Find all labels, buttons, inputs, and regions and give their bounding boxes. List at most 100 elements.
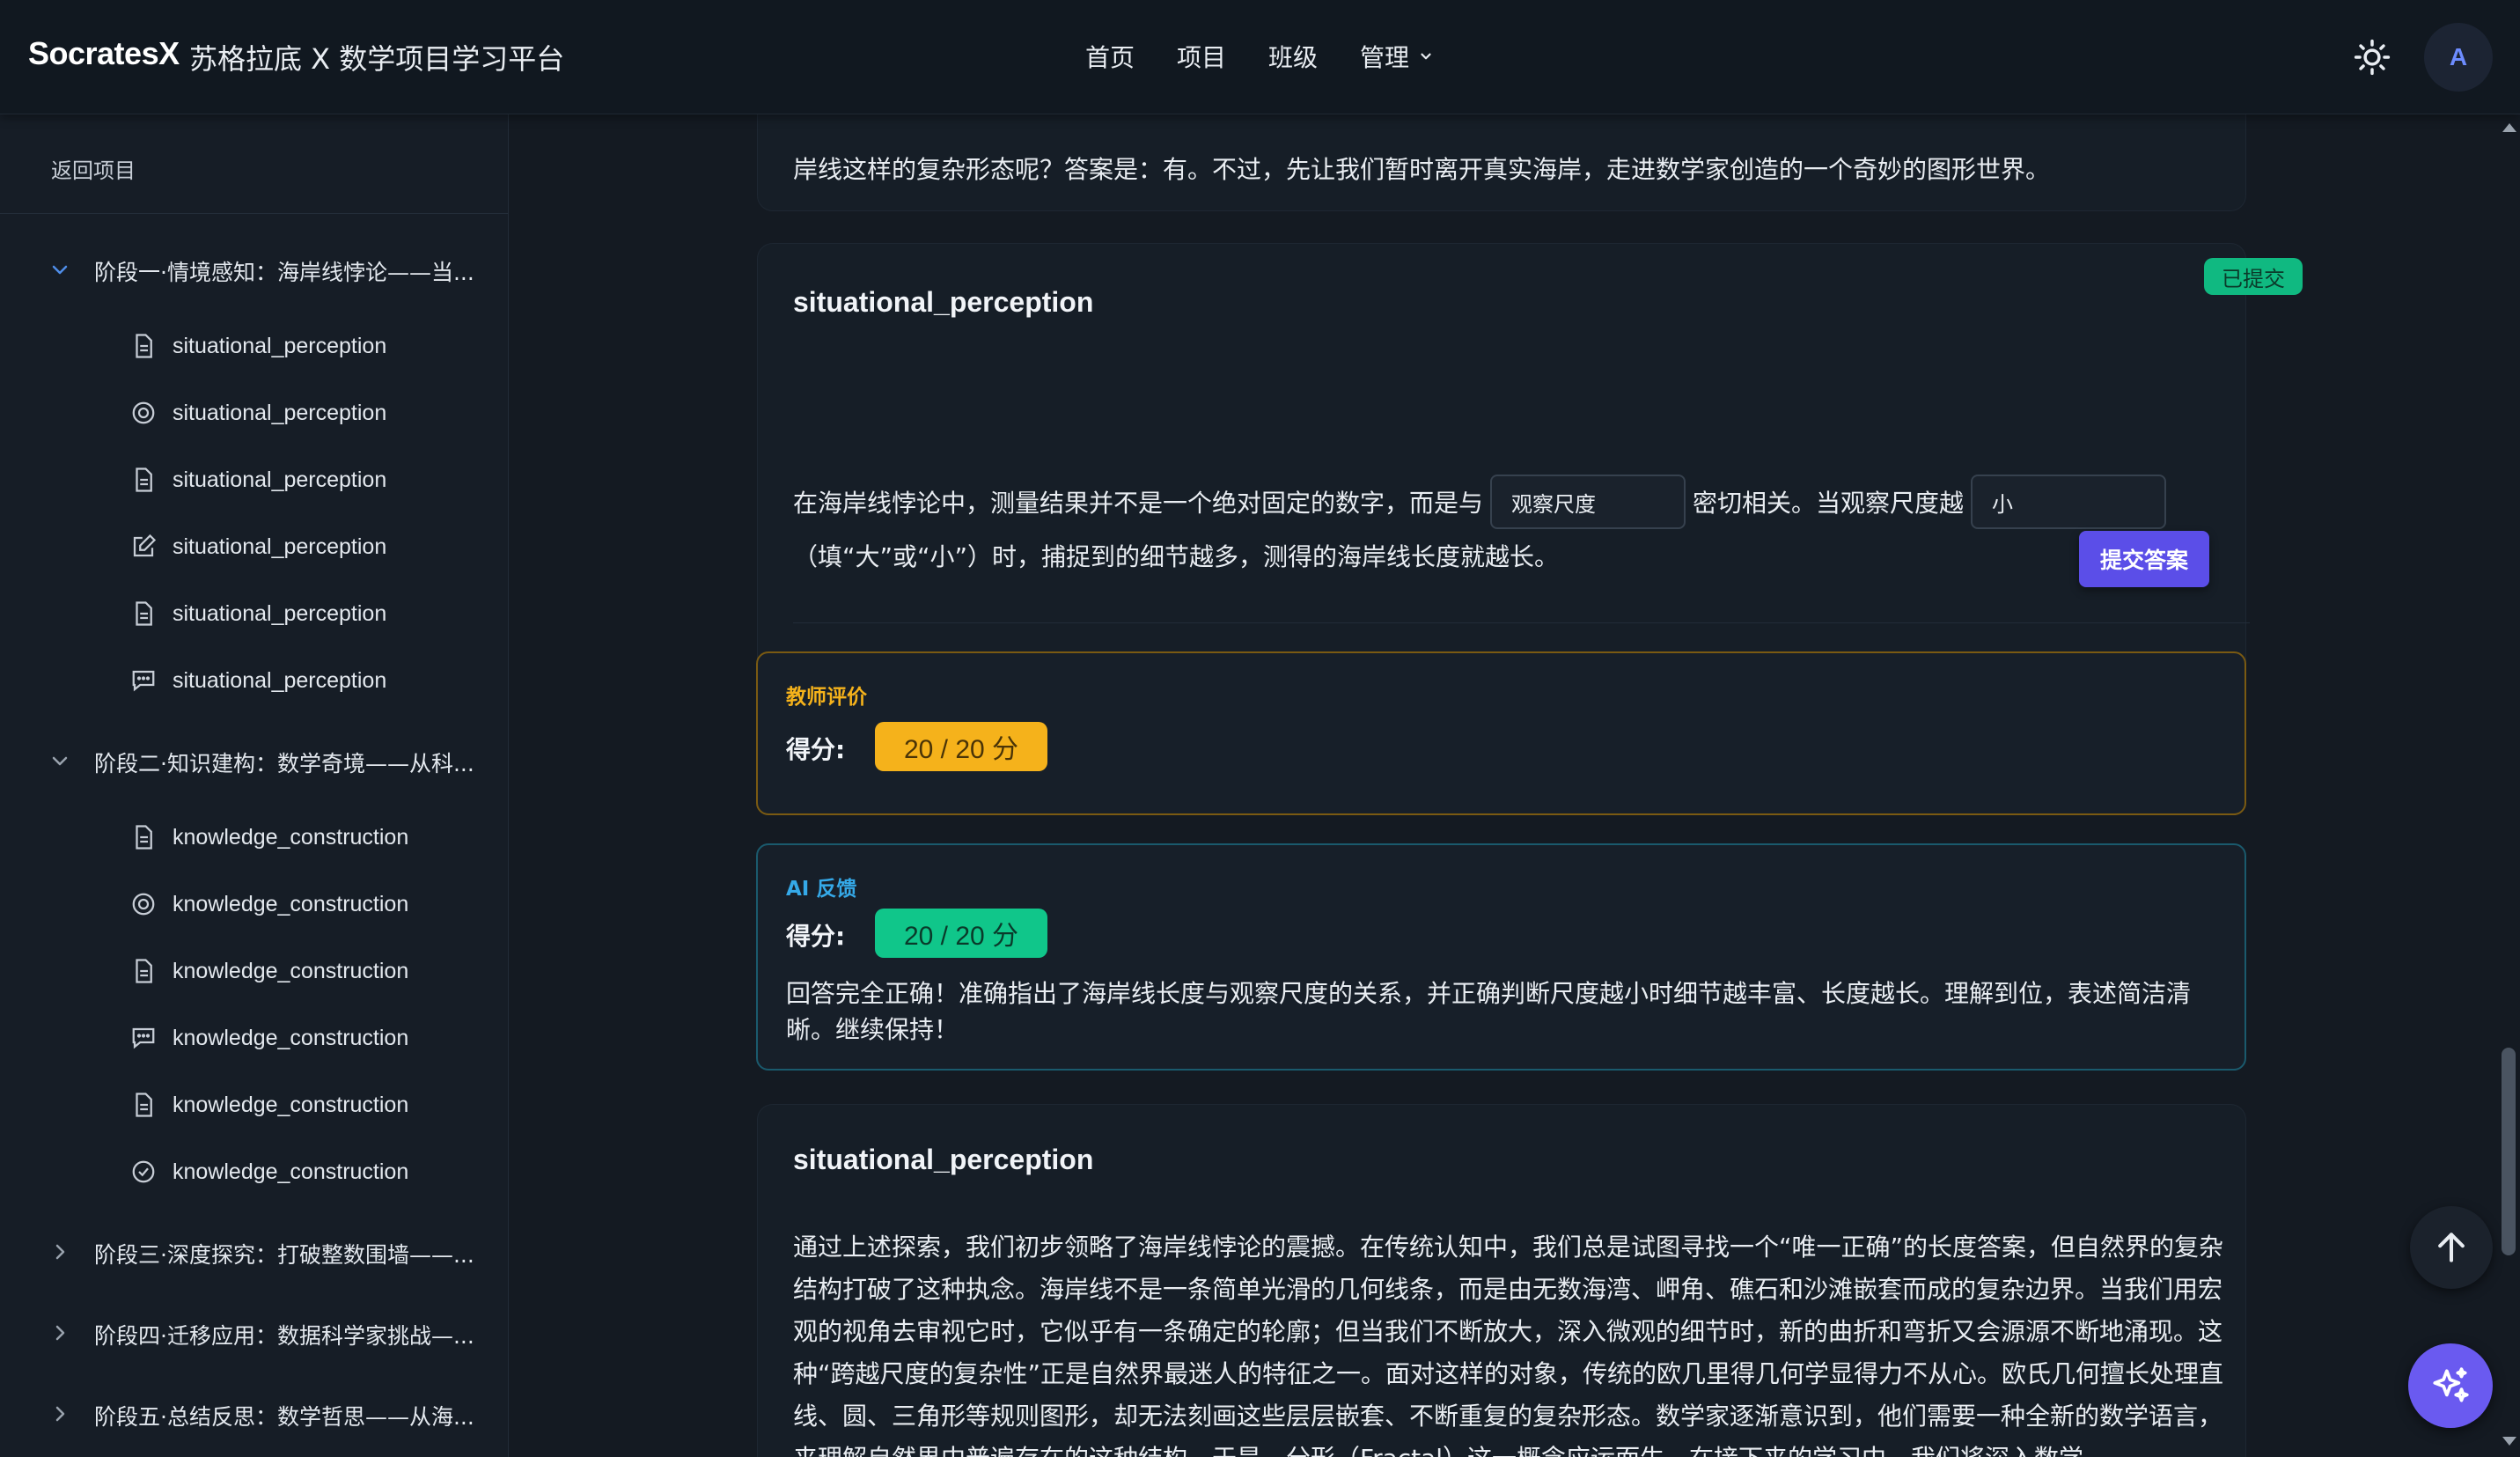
chevron-right-icon	[55, 1325, 65, 1341]
card-title: situational_perception	[793, 286, 1094, 318]
sidebar-task[interactable]: situational_perception	[123, 521, 493, 570]
sidebar-task[interactable]: knowledge_construction	[123, 879, 493, 928]
status-badge: 已提交	[2204, 258, 2303, 295]
chevron-down-icon	[52, 756, 68, 766]
arrow-up-icon	[2438, 1233, 2465, 1262]
target-icon	[132, 893, 155, 916]
sidebar-task[interactable]: situational_perception	[123, 454, 493, 504]
task-label: knowledge_construction	[173, 892, 409, 916]
sidebar-task[interactable]: situational_perception	[123, 320, 493, 370]
chat-icon	[132, 1027, 155, 1049]
scroll-up-arrow-icon[interactable]	[2502, 123, 2516, 132]
ai-feedback: AI 反馈 得分: 20 / 20 分 回答完全正确！准确指出了海岸线长度与观察…	[756, 843, 2246, 1071]
task-label: knowledge_construction	[173, 1093, 409, 1117]
document-icon	[136, 334, 152, 358]
sidebar-divider	[0, 213, 509, 214]
question-segment: 密切相关。当观察尺度越	[1693, 489, 1965, 518]
main-nav: 首页 项目 班级 管理	[1085, 39, 1476, 74]
ai-feedback-text: 回答完全正确！准确指出了海岸线长度与观察尺度的关系，并正确判断尺度越小时细节越丰…	[786, 979, 2192, 1044]
sidebar-task[interactable]: situational_perception	[123, 387, 493, 437]
chat-icon	[132, 670, 155, 692]
task-label: situational_perception	[173, 601, 387, 626]
task-label: situational_perception	[173, 467, 387, 492]
back-to-project-link[interactable]: 返回项目	[51, 153, 136, 184]
top-navbar: SocratesX 苏格拉底 X 数学项目学习平台 首页 项目 班级 管理 A	[0, 0, 2520, 114]
stage-5-header[interactable]: 阶段五·总结反思：数学哲思——从海...	[0, 1387, 509, 1440]
sidebar-task[interactable]: knowledge_construction	[123, 812, 493, 861]
score-label: 得分:	[786, 922, 846, 951]
blank-2-input[interactable]	[1971, 475, 2167, 529]
scroll-down-arrow-icon[interactable]	[2502, 1437, 2516, 1446]
stage-1-label: 阶段一·情境感知：海岸线悖论——当...	[94, 260, 474, 285]
card-divider	[793, 622, 2250, 623]
document-icon	[136, 1093, 152, 1117]
blank-1-input[interactable]	[1490, 475, 1686, 529]
task-label: situational_perception	[173, 668, 387, 693]
nav-admin-label: 管理	[1360, 43, 1410, 72]
intro-text: 岸线这样的复杂形态呢？答案是：有。不过，先让我们暂时离开真实海岸，走进数学家创造…	[793, 155, 2051, 184]
submit-answer-button[interactable]: 提交答案	[2079, 531, 2209, 587]
question-segment: 在海岸线悖论中，测量结果并不是一个绝对固定的数字，而是与	[793, 489, 1484, 518]
brand-logo[interactable]: SocratesX	[28, 35, 180, 72]
chevron-down-icon	[52, 265, 68, 275]
reading-paragraph: 通过上述探索，我们初步领略了海岸线悖论的震撼。在传统认知中，我们总是试图寻找一个…	[793, 1233, 2224, 1457]
sidebar-task[interactable]: knowledge_construction	[123, 946, 493, 995]
sidebar: 返回项目 阶段一·情境感知：海岸线悖论——当... situational_pe…	[0, 114, 509, 1457]
document-icon	[136, 959, 152, 983]
task-label: knowledge_construction	[173, 1159, 409, 1184]
stage-1-header[interactable]: 阶段一·情境感知：海岸线悖论——当...	[0, 243, 509, 296]
nav-classes-label: 班级	[1268, 43, 1319, 72]
brand-subtitle: 苏格拉底 X 数学项目学习平台	[189, 42, 565, 76]
stage-2-header[interactable]: 阶段二·知识建构：数学奇境——从科...	[0, 734, 509, 787]
chevron-down-icon	[1421, 53, 1431, 60]
teacher-score-badge: 20 / 20 分	[875, 722, 1047, 771]
stage-5-label: 阶段五·总结反思：数学哲思——从海...	[94, 1404, 474, 1430]
sun-icon[interactable]	[2354, 39, 2391, 76]
document-icon	[136, 467, 152, 492]
stage-4-header[interactable]: 阶段四·迁移应用：数据科学家挑战—...	[0, 1306, 509, 1359]
user-avatar[interactable]: A	[2424, 23, 2493, 92]
ai-feedback-heading: AI 反馈	[786, 878, 857, 901]
question-text: 在海岸线悖论中，测量结果并不是一个绝对固定的数字，而是与 密切相关。当观察尺度越	[793, 475, 2173, 529]
ai-assistant-button[interactable]	[2408, 1343, 2493, 1428]
back-to-top-button[interactable]	[2410, 1206, 2493, 1289]
nav-admin-dropdown[interactable]: 管理	[1360, 39, 1434, 74]
stage-2-label: 阶段二·知识建构：数学奇境——从科...	[94, 751, 474, 776]
score-label: 得分:	[786, 735, 846, 764]
main-content: 岸线这样的复杂形态呢？答案是：有。不过，先让我们暂时离开真实海岸，走进数学家创造…	[510, 114, 2499, 1457]
task-label: situational_perception	[173, 401, 387, 425]
nav-home[interactable]: 首页	[1085, 39, 1135, 74]
intro-card: 岸线这样的复杂形态呢？答案是：有。不过，先让我们暂时离开真实海岸，走进数学家创造…	[757, 114, 2246, 211]
sidebar-task[interactable]: knowledge_construction	[123, 1079, 493, 1129]
nav-home-label: 首页	[1085, 43, 1135, 72]
task-label: situational_perception	[173, 534, 387, 559]
document-icon	[136, 825, 152, 850]
chevron-right-icon	[55, 1406, 65, 1422]
check-circle-icon	[132, 1160, 155, 1183]
sidebar-task[interactable]: knowledge_construction	[123, 1012, 493, 1062]
task-label: knowledge_construction	[173, 959, 409, 983]
sidebar-task[interactable]: situational_perception	[123, 655, 493, 704]
nav-projects-label: 项目	[1177, 43, 1227, 72]
nav-projects[interactable]: 项目	[1177, 39, 1226, 74]
task-label: situational_perception	[173, 334, 387, 358]
sidebar-task[interactable]: knowledge_construction	[123, 1146, 493, 1196]
teacher-evaluation: 教师评价 得分: 20 / 20 分	[756, 651, 2246, 815]
stage-3-header[interactable]: 阶段三·深度探究：打破整数围墙——...	[0, 1225, 509, 1278]
scrollbar-thumb[interactable]	[2502, 1048, 2516, 1255]
teacher-eval-heading: 教师评价	[786, 686, 867, 709]
nav-classes[interactable]: 班级	[1268, 39, 1318, 74]
ai-score-badge: 20 / 20 分	[875, 909, 1047, 958]
task-label: knowledge_construction	[173, 825, 409, 850]
question-segment: （填“大”或“小”）时，捕捉到的细节越多，测得的海岸线长度就越长。	[793, 542, 1560, 571]
document-icon	[136, 601, 152, 626]
target-icon	[132, 401, 155, 424]
scrollbar[interactable]	[2500, 114, 2520, 1457]
sparkles-icon	[2433, 1367, 2469, 1402]
stage-3-label: 阶段三·深度探究：打破整数围墙——...	[94, 1242, 474, 1268]
stage-4-label: 阶段四·迁移应用：数据科学家挑战—...	[94, 1323, 474, 1349]
reading-card: situational_perception 通过上述探索，我们初步领略了海岸线…	[757, 1104, 2246, 1457]
chevron-right-icon	[55, 1244, 65, 1260]
sidebar-task[interactable]: situational_perception	[123, 588, 493, 637]
task-label: knowledge_construction	[173, 1026, 409, 1050]
